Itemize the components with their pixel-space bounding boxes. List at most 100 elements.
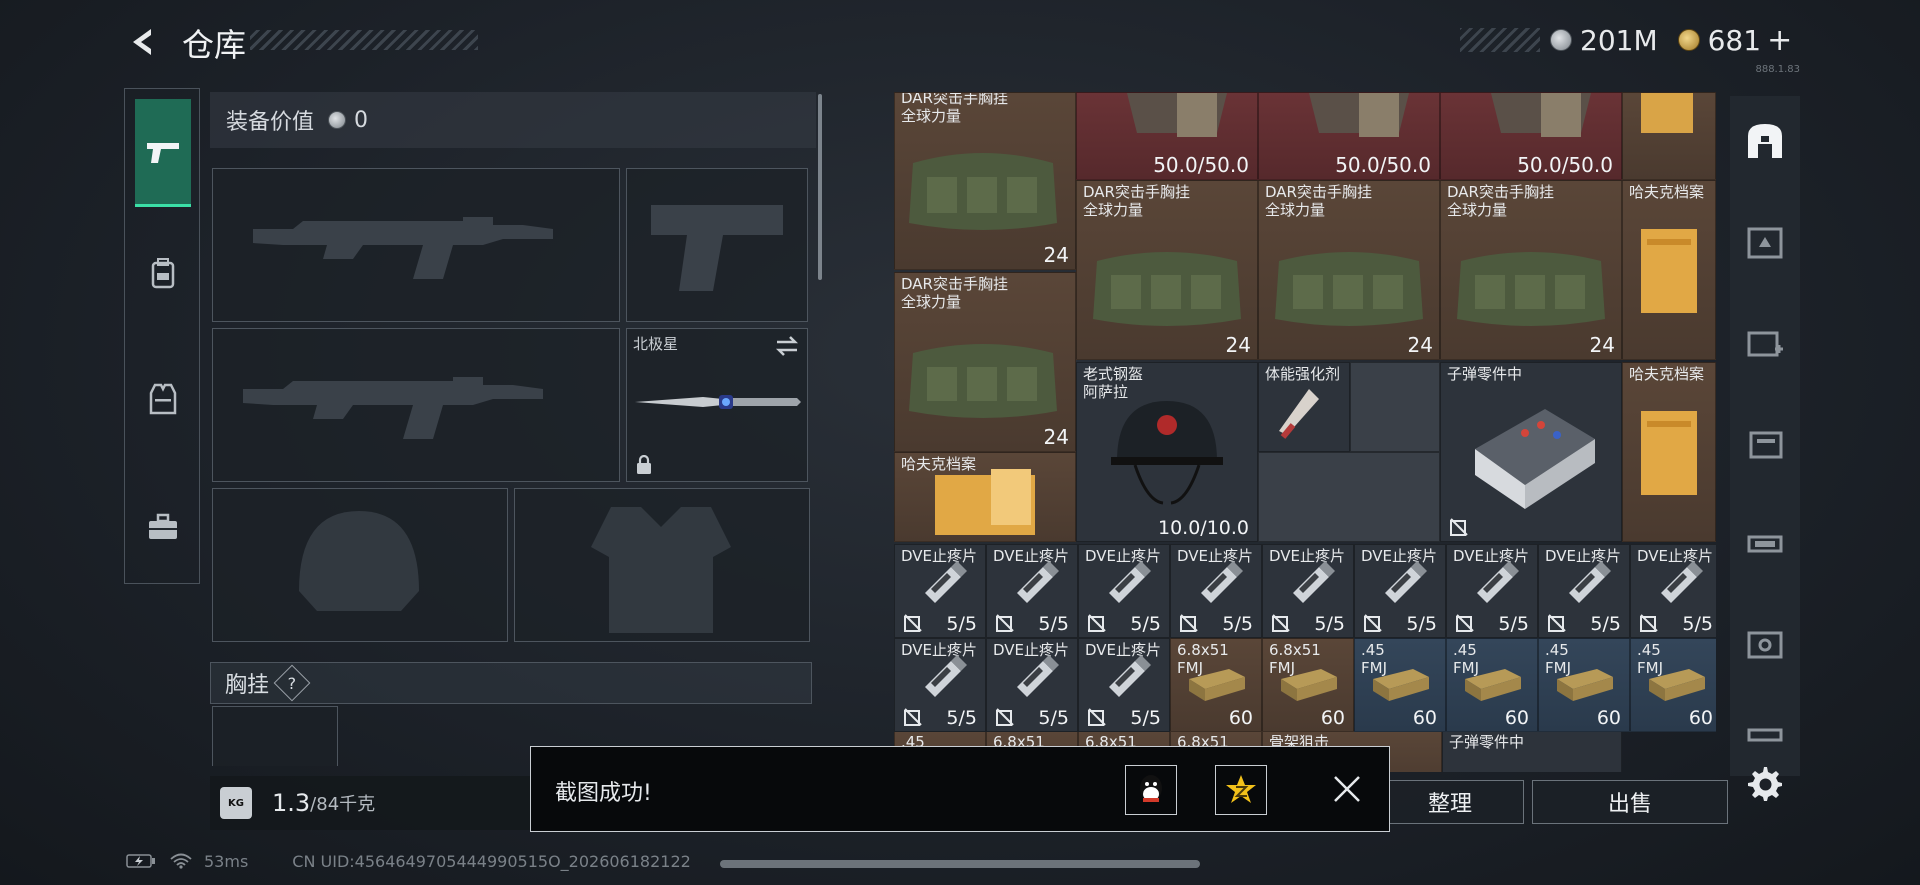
- inventory-item[interactable]: .45 FMJ 60: [1538, 638, 1630, 732]
- item-count: 5/5: [1130, 613, 1161, 635]
- pill-bottle-icon: [925, 561, 967, 603]
- gun-case-icon: [1747, 728, 1783, 742]
- inventory-item[interactable]: DVE止疼片 5/5: [1262, 544, 1354, 638]
- chest-rig-slot[interactable]: [212, 706, 338, 766]
- no-drop-icon: [996, 708, 1014, 726]
- back-button[interactable]: [124, 22, 164, 62]
- storage-tab-5[interactable]: [1740, 516, 1790, 566]
- pill-bottle-icon: [1293, 561, 1335, 603]
- inventory-item[interactable]: 6.8x51 FMJ 60: [1262, 638, 1354, 732]
- inventory-item[interactable]: .45 FMJ 60: [1354, 638, 1446, 732]
- no-drop-icon: [1088, 708, 1106, 726]
- item-durability: 50.0/50.0: [1517, 153, 1613, 177]
- inventory-item[interactable]: DAR突击手胸挂 全球力量 24: [894, 272, 1076, 452]
- inventory-item[interactable]: DVE止疼片 5/5: [894, 638, 986, 732]
- inventory-item[interactable]: DVE止疼片 5/5: [986, 638, 1078, 732]
- inventory-item[interactable]: 哈夫克档案: [1622, 362, 1716, 542]
- inventory-item[interactable]: DAR突击手胸挂 全球力量 24: [1440, 180, 1622, 360]
- inventory-item[interactable]: DVE止疼片 5/5: [1446, 544, 1538, 638]
- ammo-box-icon: [1373, 669, 1429, 701]
- item-count: 5/5: [946, 707, 977, 729]
- warehouse-main-tab[interactable]: [1740, 116, 1790, 166]
- help-button[interactable]: ?: [273, 664, 311, 702]
- silver-coin-icon: [328, 111, 347, 129]
- inventory-item[interactable]: DVE止疼片 5/5: [1538, 544, 1630, 638]
- back-arrow-icon: [133, 29, 151, 55]
- backpack-tab[interactable]: [135, 219, 191, 327]
- inventory-item[interactable]: DVE止疼片 5/5: [1354, 544, 1446, 638]
- item-count: 5/5: [1222, 613, 1253, 635]
- melee-slot[interactable]: 北极星: [626, 328, 808, 482]
- pill-bottle-icon: [1109, 655, 1151, 697]
- inventory-item[interactable]: DVE止疼片 5/5: [894, 544, 986, 638]
- helmet-slot[interactable]: [212, 488, 508, 642]
- inventory-item[interactable]: 50.0/50.0: [1440, 92, 1622, 180]
- inventory-item[interactable]: [1622, 92, 1716, 180]
- share-qq-button[interactable]: [1125, 765, 1177, 815]
- document-item-icon: [935, 469, 1035, 535]
- inventory-item[interactable]: DVE止疼片 5/5: [986, 544, 1078, 638]
- secondary-weapon-slot[interactable]: [212, 328, 620, 482]
- helmet-silhouette-icon: [299, 511, 419, 611]
- no-drop-icon: [996, 614, 1014, 632]
- close-icon[interactable]: [1327, 769, 1367, 809]
- weapon-rack-icon: [1747, 535, 1783, 553]
- silver-coin-icon: [1550, 29, 1572, 51]
- inventory-item[interactable]: .45 FMJ 60: [1446, 638, 1538, 732]
- inventory-item[interactable]: 哈夫克档案: [1622, 180, 1716, 360]
- wifi-icon: [170, 853, 192, 869]
- inventory-item[interactable]: DVE止疼片 5/5: [1078, 544, 1170, 638]
- inventory-item[interactable]: .45 FMJ 60: [1630, 638, 1716, 732]
- share-qzone-button[interactable]: [1215, 765, 1267, 815]
- sidearm-slot[interactable]: [626, 168, 808, 322]
- primary-weapon-slot[interactable]: [212, 168, 620, 322]
- settings-gear-icon[interactable]: [1744, 763, 1784, 803]
- storage-tab-4[interactable]: [1740, 416, 1790, 466]
- top-bar: 仓库 201M 681 + 888.1.83: [0, 0, 1920, 80]
- storage-tab-6[interactable]: [1740, 616, 1790, 666]
- toolbox-tab[interactable]: [135, 473, 191, 581]
- inventory-item[interactable]: 6.8x51 FMJ 60: [1170, 638, 1262, 732]
- storage-tab-3[interactable]: [1740, 316, 1790, 366]
- equipment-scrollbar[interactable]: [818, 94, 822, 280]
- inventory-empty-cell[interactable]: [1258, 452, 1440, 542]
- category-sidebar: [124, 88, 200, 584]
- weight-bar: KG 1.3 /84千克: [210, 776, 570, 830]
- add-currency-button[interactable]: +: [1767, 23, 1792, 58]
- inventory-item[interactable]: 子弹零件中: [1440, 362, 1622, 542]
- inventory-empty-cell[interactable]: [1350, 362, 1440, 452]
- inventory-item[interactable]: 50.0/50.0: [1258, 92, 1440, 180]
- sell-button[interactable]: 出售: [1532, 780, 1728, 824]
- safe-icon: [1747, 631, 1783, 659]
- item-durability: 50.0/50.0: [1153, 153, 1249, 177]
- storage-tab-2[interactable]: [1740, 216, 1790, 266]
- swap-arrows-icon[interactable]: [775, 335, 799, 357]
- inventory-item[interactable]: DVE止疼片 5/5: [1630, 544, 1716, 638]
- rifle-silhouette-icon: [253, 217, 553, 279]
- armor-tab[interactable]: [135, 345, 191, 453]
- title-decoration: [250, 30, 478, 50]
- item-count: 60: [1228, 707, 1253, 729]
- inventory-item[interactable]: 体能强化剂: [1258, 362, 1350, 452]
- gold-coin-icon: [1677, 29, 1700, 51]
- weight-icon: KG: [220, 787, 252, 819]
- storage-tab-7[interactable]: [1740, 706, 1790, 756]
- weapons-tab[interactable]: [135, 99, 191, 207]
- currency-decoration: [1460, 28, 1540, 52]
- pill-bottle-icon: [1017, 561, 1059, 603]
- inventory-item[interactable]: DVE止疼片 5/5: [1078, 638, 1170, 732]
- inventory-item[interactable]: 50.0/50.0: [1076, 92, 1258, 180]
- body-armor-slot[interactable]: [514, 488, 810, 642]
- inventory-item[interactable]: 子弹零件中: [1442, 730, 1622, 772]
- ammo-box-icon: [1649, 669, 1705, 701]
- page-title: 仓库: [182, 26, 247, 64]
- vest-item-icon: [1491, 93, 1591, 137]
- inventory-item[interactable]: DAR突击手胸挂 全球力量 24: [1258, 180, 1440, 360]
- uid-text: CN UID:4564649705444990515O_202606182122: [292, 851, 691, 871]
- tidy-button[interactable]: 整理: [1376, 780, 1524, 824]
- inventory-item[interactable]: 老式钢盔 阿萨拉 10.0/10.0: [1076, 362, 1258, 542]
- inventory-item[interactable]: 哈夫克档案: [894, 452, 1076, 542]
- inventory-item[interactable]: DAR突击手胸挂 全球力量 24: [1076, 180, 1258, 360]
- inventory-item[interactable]: DVE止疼片 5/5: [1170, 544, 1262, 638]
- inventory-item[interactable]: DAR突击手胸挂 全球力量 24: [894, 92, 1076, 270]
